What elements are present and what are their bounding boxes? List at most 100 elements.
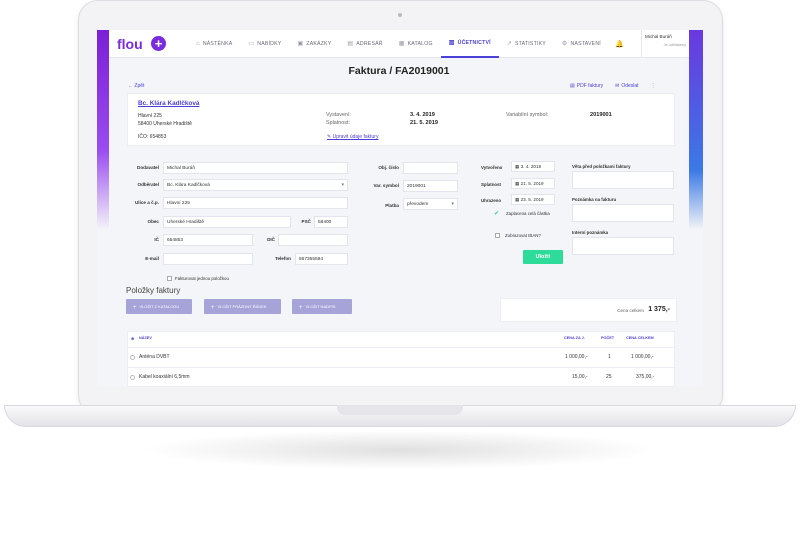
item-name: Anténa DVBT bbox=[139, 354, 170, 360]
payment-select[interactable]: převodem bbox=[403, 198, 458, 210]
city-field[interactable]: Uherské Hradiště bbox=[163, 216, 291, 228]
phone-field[interactable]: 567355594 bbox=[295, 253, 348, 265]
user-menu[interactable]: Michal Buráň Je odhlášený bbox=[641, 30, 689, 58]
address-book-icon: ▤ bbox=[347, 41, 354, 47]
bell-icon[interactable]: 🔔 bbox=[615, 40, 624, 48]
item-unit-price: 1 000,00,- bbox=[565, 354, 588, 360]
paid-value: 23. 5. 2019 bbox=[520, 197, 544, 202]
nav-item-katalog[interactable]: ▦ KATALOG bbox=[391, 30, 441, 58]
ic-field[interactable]: 654853 bbox=[163, 234, 253, 246]
nav-item-nastenka[interactable]: ⌂ NÁSTĚNKA bbox=[188, 30, 240, 58]
order-no-field[interactable] bbox=[403, 162, 458, 174]
due-value: 21. 5. 2019 bbox=[410, 120, 438, 126]
gear-icon: ⚙ bbox=[561, 41, 568, 47]
orders-icon: ▣ bbox=[297, 41, 304, 47]
nav-label: KATALOG bbox=[407, 40, 433, 47]
supplier-field[interactable]: Michal Buráň bbox=[163, 162, 348, 174]
item-unit-price: 15,00,- bbox=[572, 374, 588, 380]
add-button[interactable]: + bbox=[151, 36, 166, 51]
insert-heading-button[interactable]: + VLOŽIT NADPIS bbox=[292, 299, 352, 314]
col-name: NÁZEV bbox=[139, 336, 152, 340]
table-row[interactable]: Anténa DVBT 1 000,00,- 1 1 000,00,- bbox=[128, 347, 676, 365]
email-field[interactable] bbox=[163, 253, 253, 265]
edit-invoice-link[interactable]: ✎ Upravit údaje faktury bbox=[327, 134, 378, 140]
more-icon[interactable]: ⋮ bbox=[651, 83, 656, 89]
total-value: 1 375,- bbox=[648, 306, 670, 313]
zip-label: PSČ bbox=[301, 219, 311, 224]
nav-item-statistiky[interactable]: ↗ STATISTIKY bbox=[499, 30, 554, 58]
note-internal-textarea[interactable] bbox=[572, 237, 674, 255]
nav-label: NASTAVENÍ bbox=[570, 40, 601, 47]
zip-field[interactable]: 58400 bbox=[314, 216, 348, 228]
nav-item-nabidky[interactable]: ▭ NABÍDKY bbox=[240, 30, 289, 58]
dic-field[interactable] bbox=[278, 234, 348, 246]
client-name-link[interactable]: Bc. Klára Kadlčková bbox=[138, 100, 199, 107]
top-navigation: flou + ⌂ NÁSTĚNKA ▭ NABÍDKY ▣ ZAKÁZKY ▤ ADRE… bbox=[109, 30, 689, 58]
nav-label: NABÍDKY bbox=[257, 40, 282, 47]
user-status: Je odhlášený bbox=[663, 43, 686, 47]
email-label: E-mail bbox=[145, 256, 159, 261]
back-link[interactable]: ← Zpět bbox=[128, 83, 144, 89]
accounting-icon: ▥ bbox=[448, 40, 455, 46]
table-row[interactable]: Kabel koaxiální 6,5mm 15,00,- 25 375,00,… bbox=[128, 367, 676, 385]
plus-icon: + bbox=[299, 305, 303, 311]
created-date-field[interactable]: ▦ 3. 4. 2019 bbox=[511, 161, 555, 172]
page-title: Faktura / FA2019001 bbox=[348, 65, 450, 77]
app-screen: flou + ⌂ NÁSTĚNKA ▭ NABÍDKY ▣ ZAKÁZKY ▤ ADRE… bbox=[97, 30, 703, 387]
insert-heading-label: VLOŽIT NADPIS bbox=[305, 304, 336, 309]
var-symbol-label: Var. symbol bbox=[373, 183, 399, 188]
insert-empty-row-button[interactable]: + VLOŽIT PRÁZDNÝ ŘÁDEK bbox=[204, 299, 281, 314]
iban-checkbox[interactable] bbox=[495, 233, 500, 238]
item-total: 375,00,- bbox=[636, 374, 655, 380]
save-button[interactable]: Uložit bbox=[523, 250, 563, 264]
item-total: 1 000,00,- bbox=[631, 354, 654, 360]
due-label: Splatnost: bbox=[326, 120, 350, 126]
row-handle-icon[interactable] bbox=[130, 375, 135, 380]
nav-item-zakazky[interactable]: ▣ ZAKÁZKY bbox=[289, 30, 339, 58]
total-box: Cena celkem 1 375,- bbox=[500, 298, 677, 322]
paid-full-label: Zaplacena celá částka bbox=[506, 211, 550, 216]
nav-item-adresar[interactable]: ▤ ADRESÁŘ bbox=[339, 30, 390, 58]
app-logo[interactable]: flou bbox=[117, 36, 151, 52]
laptop-shadow bbox=[140, 430, 660, 470]
due-date-field[interactable]: ▦ 21. 5. 2019 bbox=[511, 178, 555, 189]
send-button[interactable]: ✉ Odeslat bbox=[615, 83, 638, 89]
plus-icon: + bbox=[211, 305, 215, 311]
customer-select[interactable]: Bc. Klára Kadlčková bbox=[163, 179, 348, 191]
items-table: ⊕ NÁZEV CENA ZA J. POČET CENA CELKEM Ant… bbox=[127, 331, 676, 387]
col-total: CENA CELKEM bbox=[626, 336, 654, 340]
right-accent bbox=[689, 30, 703, 230]
laptop-notch bbox=[337, 405, 463, 415]
webcam bbox=[398, 13, 402, 17]
main-nav: ⌂ NÁSTĚNKA ▭ NABÍDKY ▣ ZAKÁZKY ▤ ADRESÁŘ ▦ KA… bbox=[188, 30, 609, 58]
note-before-textarea[interactable] bbox=[572, 171, 674, 189]
var-symbol-field[interactable]: 2019001 bbox=[403, 180, 458, 192]
chart-icon: ↗ bbox=[506, 41, 512, 47]
page-actions: ▤ PDF faktury ✉ Odeslat ⋮ bbox=[570, 83, 656, 89]
row-handle-icon[interactable] bbox=[130, 355, 135, 360]
nav-item-ucetnictvi[interactable]: ▥ ÚČETNICTVÍ bbox=[440, 30, 499, 58]
left-accent bbox=[97, 30, 109, 230]
check-icon[interactable]: ✔ bbox=[494, 210, 499, 217]
plus-icon: + bbox=[133, 305, 137, 311]
single-item-checkbox[interactable] bbox=[167, 276, 172, 281]
street-field[interactable]: Hlavní 225 bbox=[163, 197, 348, 209]
phone-label: Telefon bbox=[275, 256, 291, 261]
issued-label: Vystavení: bbox=[326, 112, 351, 118]
nav-label: ADRESÁŘ bbox=[356, 40, 383, 47]
note-invoice-textarea[interactable] bbox=[572, 204, 674, 222]
insert-from-catalog-button[interactable]: + VLOŽIT Z KATALOGU bbox=[126, 299, 192, 314]
client-ico: IČO: 654853 bbox=[138, 134, 167, 140]
dic-label: DIČ bbox=[267, 237, 275, 242]
pdf-button[interactable]: ▤ PDF faktury bbox=[570, 83, 603, 89]
item-qty: 25 bbox=[606, 374, 612, 380]
items-section-title: Položky faktury bbox=[126, 286, 181, 295]
edit-label: Upravit údaje faktury bbox=[332, 134, 379, 140]
created-label: Vytvořeno bbox=[481, 165, 503, 170]
note-internal-label: Interní poznámka bbox=[572, 230, 609, 235]
paid-date-field[interactable]: ▦ 23. 5. 2019 bbox=[511, 194, 555, 205]
created-value: 3. 4. 2019 bbox=[520, 164, 542, 169]
order-no-label: Obj. číslo bbox=[378, 165, 399, 170]
nav-item-nastaveni[interactable]: ⚙ NASTAVENÍ bbox=[554, 30, 609, 58]
file-icon: ▤ bbox=[570, 83, 575, 89]
